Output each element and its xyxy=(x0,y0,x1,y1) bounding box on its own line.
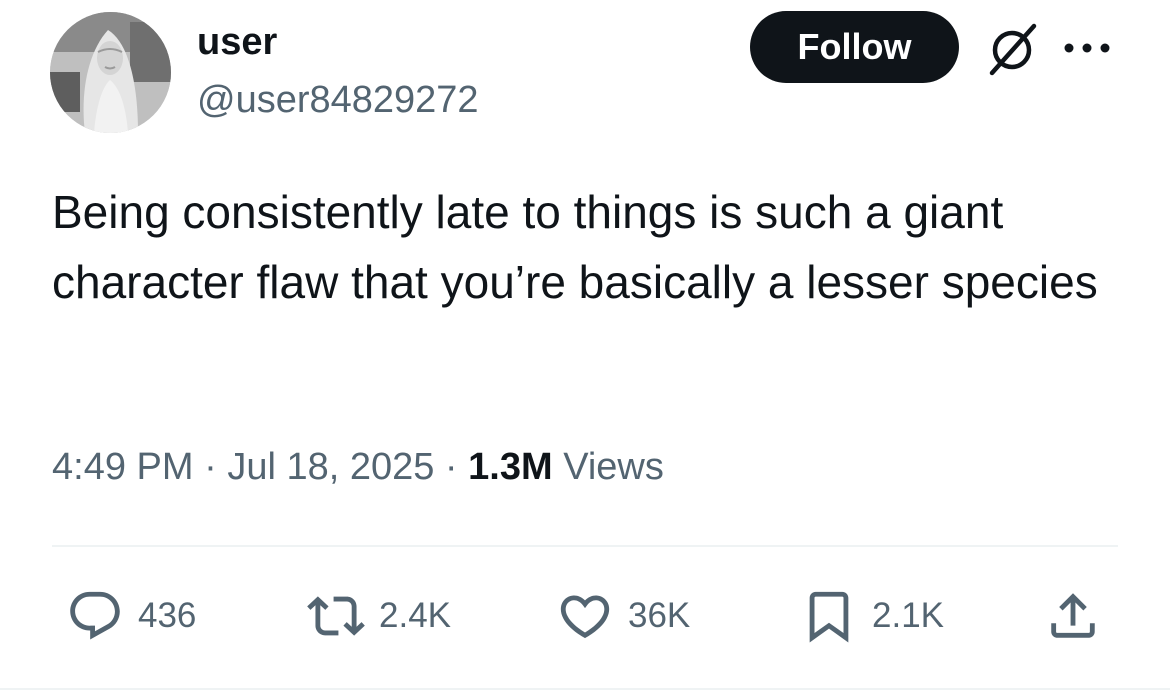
views-count[interactable]: 1.3M xyxy=(468,446,552,488)
user-handle[interactable]: @user84829272 xyxy=(197,78,479,122)
bookmark-count: 2.1K xyxy=(872,596,944,635)
share-icon xyxy=(1051,593,1095,638)
meta-separator: · xyxy=(193,446,228,488)
repost-icon xyxy=(307,596,365,636)
like-button[interactable]: 36K xyxy=(556,585,690,647)
avatar[interactable] xyxy=(50,12,171,133)
bookmark-button[interactable]: 2.1K xyxy=(800,585,944,647)
repost-button[interactable]: 2.4K xyxy=(307,585,451,647)
bookmark-icon xyxy=(809,591,849,643)
reply-icon xyxy=(70,591,120,640)
share-button[interactable] xyxy=(1044,585,1102,647)
meta-separator: · xyxy=(434,446,469,488)
reply-button[interactable]: 436 xyxy=(66,585,196,647)
follow-button[interactable]: Follow xyxy=(750,11,959,83)
divider xyxy=(52,545,1118,547)
bottom-divider xyxy=(0,688,1170,690)
tweet-card: user @user84829272 Follow Being consiste… xyxy=(0,0,1170,697)
avatar-statue-image xyxy=(50,12,171,133)
tweet-date[interactable]: Jul 18, 2025 xyxy=(227,446,434,488)
grok-icon[interactable] xyxy=(983,20,1041,78)
views-label: Views xyxy=(552,446,664,488)
display-name[interactable]: user xyxy=(197,20,277,64)
heart-icon xyxy=(560,595,610,639)
more-icon[interactable] xyxy=(1060,30,1114,66)
like-count: 36K xyxy=(628,596,691,635)
tweet-time[interactable]: 4:49 PM xyxy=(52,446,194,488)
repost-count: 2.4K xyxy=(379,596,451,635)
reply-count: 436 xyxy=(138,596,197,635)
tweet-meta: 4:49 PM · Jul 18, 2025 · 1.3M Views xyxy=(52,442,664,492)
tweet-text: Being consistently late to things is suc… xyxy=(52,186,1098,308)
